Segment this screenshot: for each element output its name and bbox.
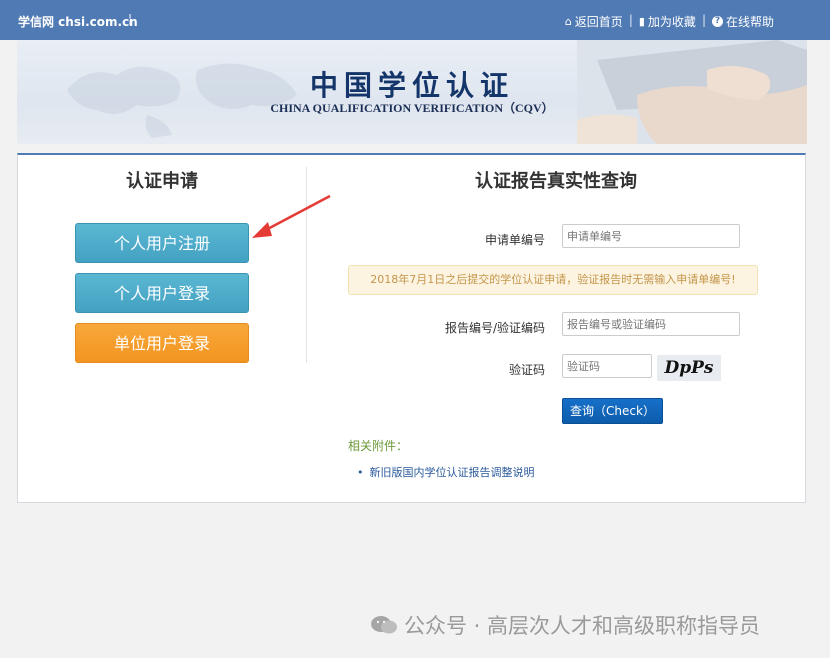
check-button[interactable]: 查询（Check）: [562, 398, 663, 424]
report-number-label: 报告编号/验证编码: [444, 321, 545, 335]
watermark: 公众号 · 高层次人才和高级职称指导员: [370, 610, 760, 640]
organization-login-button[interactable]: 单位用户登录: [75, 323, 249, 363]
application-number-input[interactable]: [562, 224, 740, 248]
help-link[interactable]: ? 在线帮助: [706, 13, 780, 30]
attachment-link-label: 新旧版国内学位认证报告调整说明: [369, 466, 535, 479]
banner-title-cn: 中国学位认证: [309, 69, 514, 102]
home-link-label: 返回首页: [574, 15, 623, 29]
personal-login-button[interactable]: 个人用户登录: [75, 273, 249, 313]
report-query-column: 认证报告真实性查询 申请单编号 2018年7月1日之后提交的学位认证申请，验证报…: [307, 155, 805, 502]
application-column: 认证申请 个人用户注册 个人用户登录 单位用户登录: [18, 155, 306, 502]
report-number-input[interactable]: [562, 312, 740, 336]
home-icon: ⌂: [564, 15, 572, 28]
application-title: 认证申请: [126, 171, 198, 192]
brand-separator: ¦: [128, 12, 133, 26]
bookmark-icon: ▮: [638, 15, 645, 28]
help-icon: ?: [711, 16, 723, 27]
personal-register-button[interactable]: 个人用户注册: [75, 223, 249, 263]
site-brand-link[interactable]: 学信网 chsi.com.cn: [18, 13, 138, 30]
home-link[interactable]: ⌂ 返回首页: [559, 13, 629, 30]
top-bar: 学信网 chsi.com.cn ¦ ⌂ 返回首页 | ▮ 加为收藏 | ? 在线…: [0, 0, 830, 40]
top-links: ⌂ 返回首页 | ▮ 加为收藏 | ? 在线帮助: [559, 13, 780, 30]
report-query-title: 认证报告真实性查询: [475, 171, 637, 192]
captcha-text: DpPs: [664, 358, 714, 378]
watermark-text: 公众号 · 高层次人才和高级职称指导员: [404, 614, 761, 638]
wechat-icon: [371, 616, 397, 634]
captcha-input[interactable]: [562, 354, 652, 378]
notice-banner: 2018年7月1日之后提交的学位认证申请，验证报告时无需输入申请单编号!: [348, 265, 758, 295]
banner-title-en: CHINA QUALIFICATION VERIFICATION（CQV）: [270, 101, 554, 115]
application-number-label: 申请单编号: [484, 233, 545, 247]
bullet-icon: •: [357, 466, 364, 479]
cqv-banner: 中国学位认证 CHINA QUALIFICATION VERIFICATION（…: [17, 40, 807, 144]
bookmark-link-label: 加为收藏: [647, 15, 696, 29]
help-link-label: 在线帮助: [725, 15, 774, 29]
captcha-label: 验证码: [508, 363, 545, 377]
attachment-link[interactable]: • 新旧版国内学位认证报告调整说明: [357, 464, 535, 480]
main-panel: 认证申请 个人用户注册 个人用户登录 单位用户登录 认证报告真实性查询 申请单编…: [17, 153, 806, 503]
captcha-image[interactable]: DpPs: [657, 355, 721, 381]
bookmark-link[interactable]: ▮ 加为收藏: [633, 13, 702, 30]
attachments-title: 相关附件：: [348, 439, 409, 453]
